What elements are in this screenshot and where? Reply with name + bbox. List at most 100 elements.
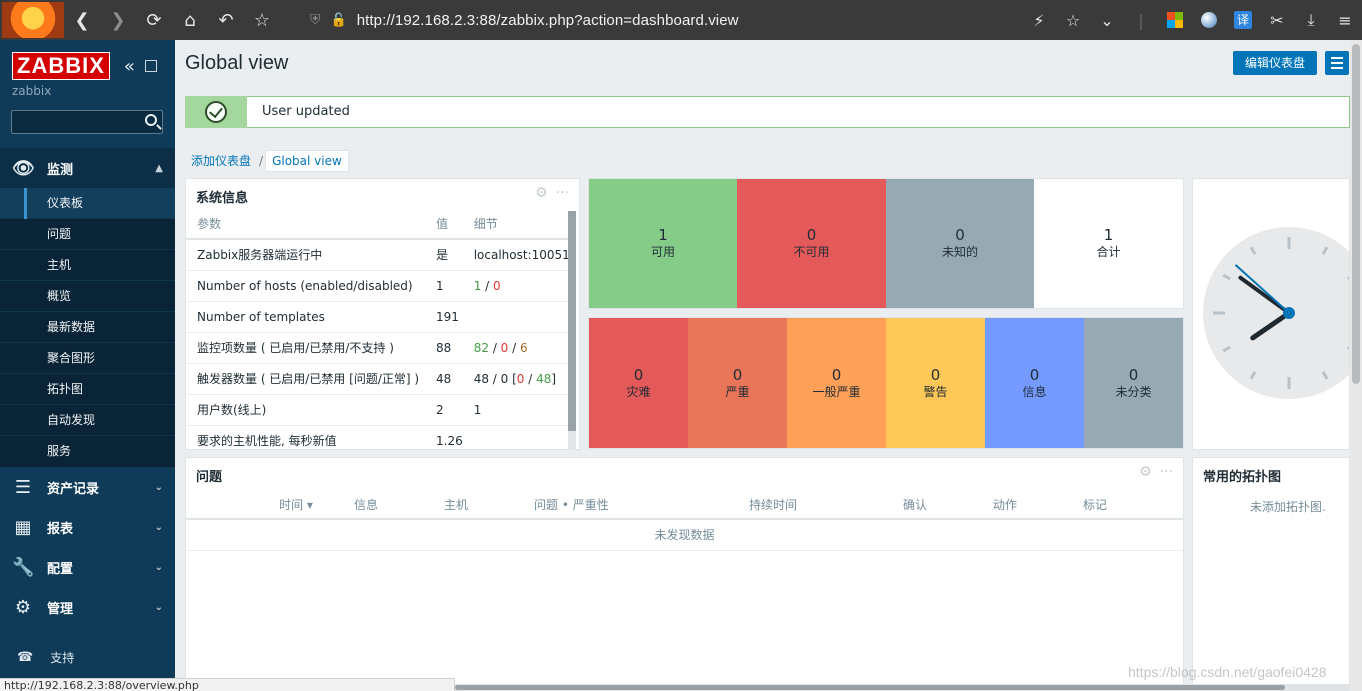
support-link[interactable]: ☎ 支持	[17, 649, 74, 666]
column-header-host[interactable]: 主机	[444, 496, 468, 513]
value-cell: 88	[425, 332, 463, 364]
menu-inventory[interactable]: ☰ 资产记录 ⌄	[0, 467, 175, 507]
detail-cell: 1 / 0	[462, 270, 571, 302]
page-scrollbar[interactable]	[1350, 40, 1362, 691]
param-cell: Number of hosts (enabled/disabled)	[186, 270, 425, 302]
apps-grid-icon[interactable]	[1167, 12, 1183, 28]
table-header-row: 参数 值 细节	[186, 209, 571, 240]
gear-icon[interactable]: ⚙	[1139, 464, 1152, 480]
gear-icon[interactable]: ⚙	[535, 185, 548, 201]
sidebar-item-hosts[interactable]: 主机	[0, 250, 175, 281]
column-header: 值	[425, 209, 463, 240]
sidebar-item-dashboard[interactable]: 仪表板	[0, 188, 175, 219]
host-status-unavailable[interactable]: 0 不可用	[737, 179, 886, 308]
widget-title: 问题	[196, 470, 223, 485]
check-circle-icon	[205, 101, 227, 123]
reload-icon[interactable]: ⟳	[136, 0, 172, 40]
column-header-time[interactable]: 时间 ▾	[279, 496, 313, 513]
host-status-unknown[interactable]: 0 未知的	[886, 179, 1034, 308]
edit-dashboard-button[interactable]: 编辑仪表盘	[1233, 51, 1317, 75]
menu-administration-label: 管理	[47, 601, 74, 617]
support-label: 支持	[50, 651, 75, 665]
wrench-icon: 🔧	[12, 556, 35, 578]
host-status-available[interactable]: 1 可用	[589, 179, 737, 308]
sidebar-item-latest-data[interactable]: 最新数据	[0, 312, 175, 343]
severity-high[interactable]: 0 严重	[688, 318, 787, 448]
detail-cell: 82 / 0 / 6	[462, 332, 571, 364]
dropdown-chevron-icon[interactable]: ⌄	[1090, 11, 1124, 30]
kiosk-mode-icon[interactable]	[144, 60, 157, 72]
menu-administration[interactable]: ⚙ 管理 ⌄	[0, 587, 175, 627]
zabbix-logo[interactable]: ZABBIX	[12, 52, 110, 80]
column-header-actions: 动作	[993, 498, 1018, 512]
dashboard-actions-button[interactable]	[1325, 51, 1349, 75]
menu-monitoring[interactable]: 👁 监测 ▲	[0, 148, 175, 188]
sidebar: ZABBIX « zabbix 👁 监测 ▲ 仪表板 问题 主机 概览 最新数据…	[0, 40, 175, 691]
param-cell: Zabbix服务器端运行中	[186, 239, 425, 271]
detail-cell: 1	[462, 394, 571, 426]
lightning-icon[interactable]: ⚡	[1022, 11, 1056, 30]
table-row: 监控项数量 ( 已启用/已禁用/不支持 ) 88 82 / 0 / 6	[186, 332, 571, 364]
undo-icon[interactable]: ↶	[208, 0, 244, 40]
breadcrumb-current[interactable]: Global view	[265, 149, 349, 172]
sidebar-item-services[interactable]: 服务	[0, 436, 175, 467]
favorite-maps-widget: 常用的拓扑图 未添加拓扑图.	[1192, 457, 1350, 691]
value-cell: 是	[425, 239, 463, 271]
host-status-total[interactable]: 1 合计	[1034, 179, 1183, 308]
column-header: 细节	[462, 209, 571, 240]
widget-title: 系统信息	[196, 191, 249, 206]
column-header-ack: 确认	[903, 498, 928, 512]
globe-icon[interactable]	[1201, 12, 1217, 28]
main-content: Global view 编辑仪表盘 User updated 添加仪表盘 / G…	[175, 40, 1350, 691]
system-info-widget: 系统信息 ⚙ ··· 参数 值 细节 Zabbix服务器端运行中 是 localh…	[185, 178, 580, 450]
menu-configuration[interactable]: 🔧 配置 ⌄	[0, 547, 175, 587]
detail-cell	[462, 425, 571, 449]
severity-not-classified[interactable]: 0 未分类	[1084, 318, 1183, 448]
table-row: Zabbix服务器端运行中 是 localhost:10051	[186, 239, 571, 271]
favorite-star-icon[interactable]: ☆	[1056, 11, 1090, 30]
more-dots-icon[interactable]: ···	[1160, 464, 1173, 480]
forward-icon[interactable]: ❯	[100, 0, 136, 40]
star-bookmark-icon[interactable]: ☆	[244, 0, 280, 40]
more-icon[interactable]: ≡	[1328, 11, 1362, 30]
menu-reports-label: 报表	[47, 521, 74, 537]
detail-cell	[462, 301, 571, 333]
breadcrumb: 添加仪表盘 / Global view	[185, 149, 349, 172]
horizontal-scrollbar[interactable]	[455, 684, 1350, 691]
column-header-problem[interactable]: 问题 • 严重性	[534, 496, 609, 513]
system-info-table: 参数 值 细节 Zabbix服务器端运行中 是 localhost:10051 …	[186, 209, 571, 449]
sidebar-item-screens[interactable]: 聚合图形	[0, 343, 175, 374]
search-input[interactable]	[11, 110, 163, 134]
severity-information[interactable]: 0 信息	[985, 318, 1084, 448]
menu-reports[interactable]: ▦ 报表 ⌄	[0, 507, 175, 547]
sidebar-item-maps[interactable]: 拓扑图	[0, 374, 175, 405]
watermark-text: https://blog.csdn.net/gaofei0428	[1128, 664, 1327, 680]
translate-icon[interactable]: 译	[1234, 11, 1252, 29]
widget-title: 常用的拓扑图	[1203, 470, 1282, 485]
chevron-up-icon: ▲	[155, 162, 163, 174]
sidebar-item-discovery[interactable]: 自动发现	[0, 405, 175, 436]
message-text: User updated	[262, 104, 350, 119]
problems-by-severity-widget: 0 灾难 0 严重 0 一般严重 0 警告 0 信息 0 未分类	[588, 317, 1184, 449]
collapse-sidebar-icon[interactable]: «	[124, 56, 135, 77]
severity-average[interactable]: 0 一般严重	[787, 318, 886, 448]
home-icon[interactable]: ⌂	[172, 0, 208, 40]
column-header-info: 信息	[354, 498, 379, 512]
address-url[interactable]: http://192.168.2.3:88/zabbix.php?action=…	[357, 12, 739, 29]
page-title: Global view	[185, 52, 289, 74]
back-icon[interactable]: ❮	[64, 0, 100, 40]
status-bar-url: http://192.168.2.3:88/overview.php	[0, 678, 455, 691]
sidebar-item-overview[interactable]: 概览	[0, 281, 175, 312]
severity-disaster[interactable]: 0 灾难	[589, 318, 688, 448]
download-icon[interactable]: ⤓	[1294, 10, 1328, 30]
sidebar-item-problems[interactable]: 问题	[0, 219, 175, 250]
widget-scrollbar[interactable]	[568, 211, 576, 449]
search-icon[interactable]	[145, 114, 157, 126]
more-dots-icon[interactable]: ···	[556, 185, 569, 201]
address-bar[interactable]: ⛨ 🔓 http://192.168.2.3:88/zabbix.php?act…	[310, 0, 739, 40]
severity-warning[interactable]: 0 警告	[886, 318, 985, 448]
breadcrumb-add-dashboard[interactable]: 添加仪表盘	[185, 149, 257, 172]
chevron-down-icon: ⌄	[154, 521, 163, 533]
scissors-icon[interactable]: ✂	[1260, 11, 1294, 30]
browser-toolbar: ❮ ❯ ⟳ ⌂ ↶ ☆ ⛨ 🔓 http://192.168.2.3:88/za…	[0, 0, 1362, 40]
